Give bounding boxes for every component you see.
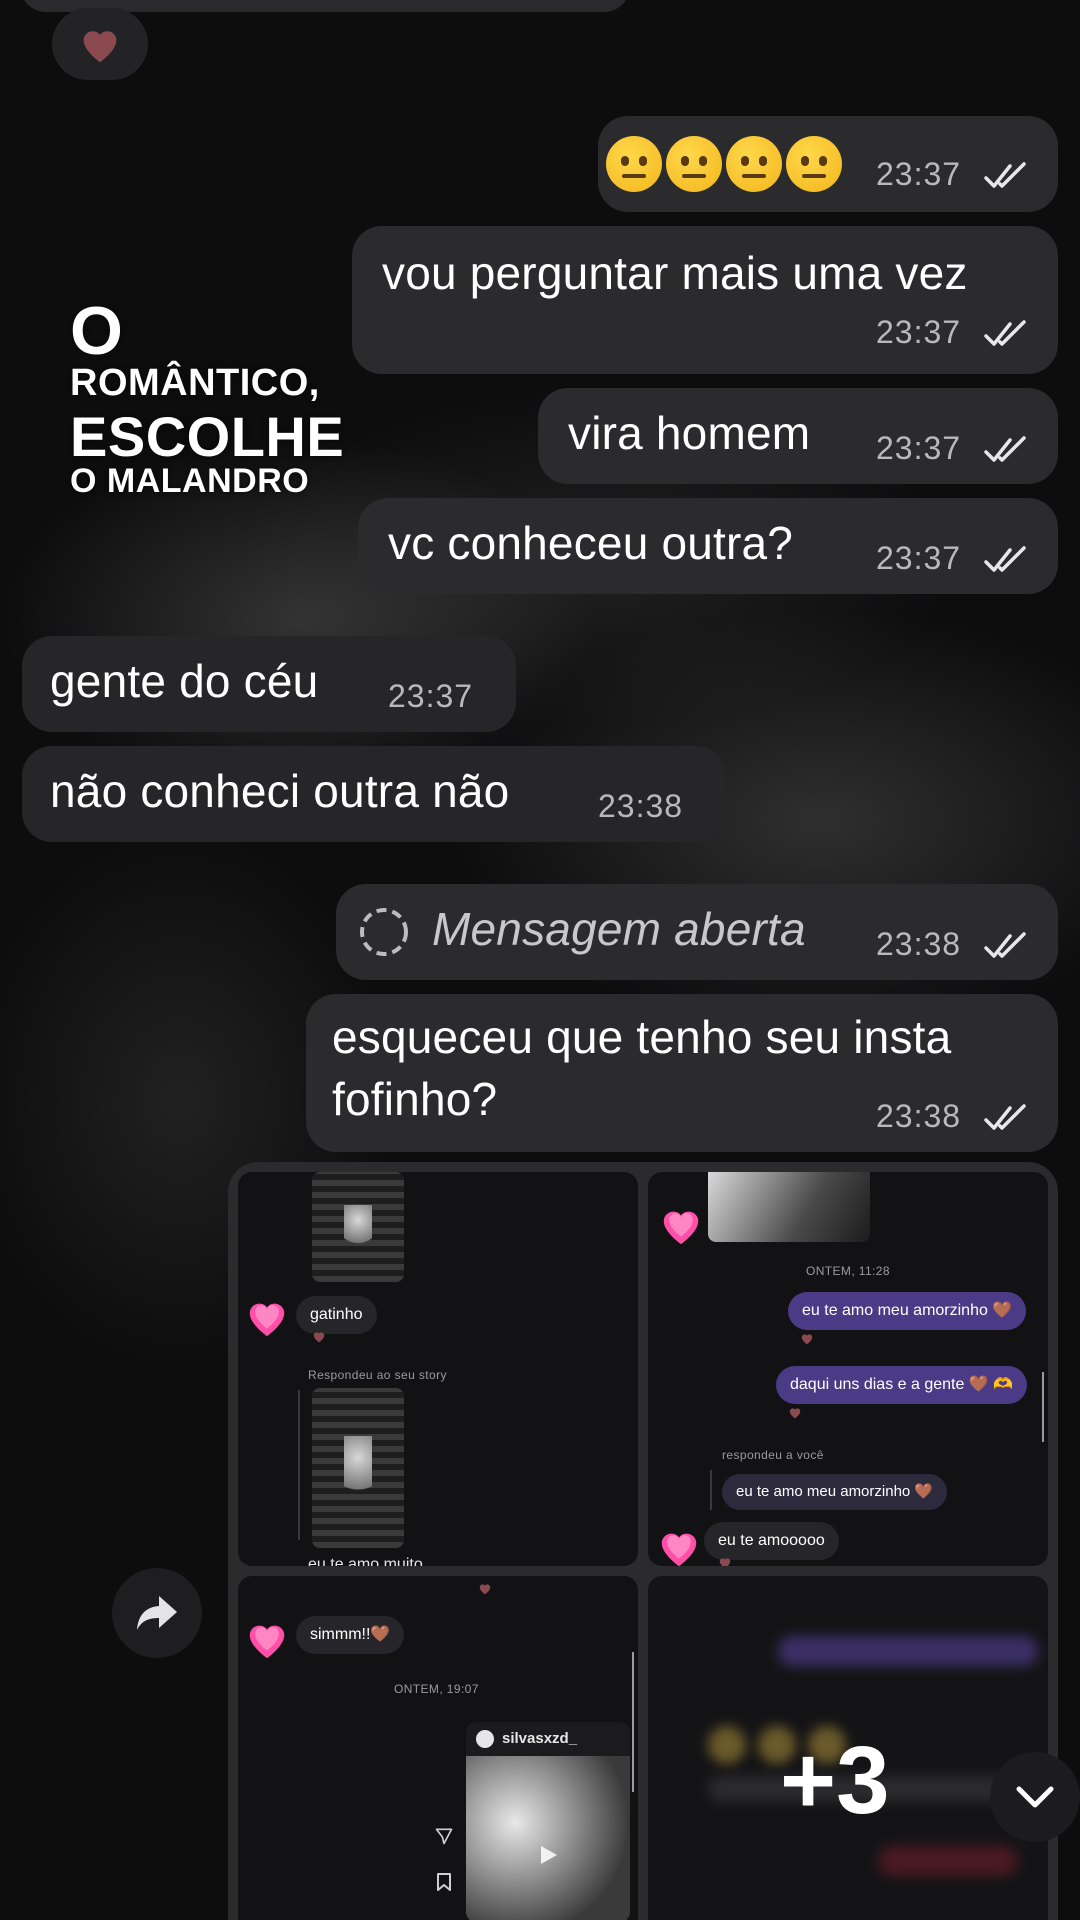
scroll-to-bottom-button[interactable] xyxy=(990,1752,1080,1842)
message-text-line1: esqueceu que tenho seu insta xyxy=(332,1011,952,1063)
message-bubble-out[interactable]: 23:37 xyxy=(598,116,1058,212)
reply-label: respondeu a você xyxy=(722,1448,824,1462)
raised-eyebrow-emoji-icon xyxy=(786,136,842,192)
message-bubble-out[interactable]: vc conheceu outra? 23:37 xyxy=(358,498,1058,594)
message-bubble-out[interactable]: esqueceu que tenho seu insta fofinho? 23… xyxy=(306,994,1058,1152)
overlay-title-line1: O xyxy=(70,293,124,369)
sent-message: eu te amo meu amorzinho 🤎 xyxy=(788,1292,1027,1330)
scroll-indicator xyxy=(1042,1372,1044,1442)
message-bubble-out[interactable]: vou perguntar mais uma vez 23:37 xyxy=(352,226,1058,374)
forward-arrow-icon xyxy=(137,1596,177,1630)
message-text-line2: fofinho? xyxy=(332,1073,498,1125)
message-time: 23:37 xyxy=(876,430,962,466)
message-time: 23:37 xyxy=(876,540,962,576)
heart-icon xyxy=(83,31,117,63)
message-pill: simmm!!🤎 xyxy=(296,1616,405,1654)
emoji-row xyxy=(606,136,842,192)
message-time: 23:37 xyxy=(388,678,474,714)
raised-eyebrow-emoji-icon xyxy=(726,136,782,192)
reply-line xyxy=(298,1390,300,1540)
read-ticks-icon xyxy=(984,162,1026,188)
quoted-message: eu te amo meu amorzinho 🤎 xyxy=(722,1474,948,1510)
more-media-count: +3 xyxy=(780,1727,890,1834)
heart-reaction[interactable] xyxy=(52,8,148,80)
story-image xyxy=(312,1172,404,1282)
small-heart-icon xyxy=(719,1558,731,1566)
date-label: ONTEM, 19:07 xyxy=(394,1682,479,1696)
bookmark-icon[interactable] xyxy=(436,1872,452,1892)
media-album-bubble[interactable]: gatinho Respondeu ao seu story eu te amo… xyxy=(228,1162,1058,1920)
shared-post[interactable]: silvasxzd_ xyxy=(466,1722,630,1920)
read-ticks-icon xyxy=(984,546,1026,572)
message-text: vc conheceu outra? xyxy=(388,517,794,569)
video-thumb xyxy=(708,1172,870,1242)
small-heart-icon xyxy=(313,1332,325,1343)
read-ticks-icon xyxy=(984,932,1026,958)
view-once-opened-icon xyxy=(360,908,408,956)
raised-eyebrow-emoji-icon xyxy=(666,136,722,192)
media-thumbnail-more[interactable]: +3 xyxy=(648,1576,1048,1920)
message-text: gente do céu xyxy=(50,655,319,707)
chevron-down-icon xyxy=(1016,1786,1054,1808)
post-avatar xyxy=(476,1730,494,1748)
message-text: vou perguntar mais uma vez xyxy=(382,247,968,299)
overlay-title-line2: ROMÂNTICO, xyxy=(70,362,320,404)
blurred-content xyxy=(878,1846,1018,1876)
pink-heart-icon xyxy=(249,1625,285,1659)
forward-button[interactable] xyxy=(112,1568,202,1658)
message-text: Mensagem aberta xyxy=(432,903,806,955)
message-time: 23:38 xyxy=(876,926,962,962)
overlay-title-line4: O MALANDRO xyxy=(70,462,310,500)
message-bubble-out[interactable]: vira homem 23:37 xyxy=(538,388,1058,484)
received-message: eu te amooooo xyxy=(704,1522,839,1560)
message-time: 23:38 xyxy=(598,788,684,824)
reply-line xyxy=(710,1470,712,1510)
view-once-message-bubble[interactable]: Mensagem aberta 23:38 xyxy=(336,884,1058,980)
truncated-message: eu te amo muito xyxy=(308,1556,423,1566)
post-image xyxy=(466,1756,630,1920)
story-reply-label: Respondeu ao seu story xyxy=(308,1368,447,1382)
pink-heart-icon xyxy=(249,1303,285,1337)
message-time: 23:37 xyxy=(876,314,962,350)
media-thumbnail-2[interactable]: ONTEM, 11:28 eu te amo meu amorzinho 🤎 d… xyxy=(648,1172,1048,1566)
play-icon xyxy=(541,1846,557,1864)
small-heart-icon xyxy=(801,1334,813,1345)
pink-heart-icon xyxy=(661,1533,697,1566)
small-heart-icon xyxy=(479,1584,491,1595)
message-time: 23:38 xyxy=(876,1098,962,1134)
message-text: não conheci outra não xyxy=(50,765,510,817)
story-image xyxy=(312,1388,404,1548)
raised-eyebrow-emoji-icon xyxy=(606,136,662,192)
post-username: silvasxzd_ xyxy=(502,1730,578,1747)
send-icon[interactable] xyxy=(434,1826,454,1846)
read-ticks-icon xyxy=(984,320,1026,346)
message-pill: gatinho xyxy=(296,1296,377,1334)
scroll-indicator xyxy=(632,1652,634,1792)
sent-message: daqui uns dias e a gente 🤎 🫶 xyxy=(776,1366,1028,1404)
date-label: ONTEM, 11:28 xyxy=(806,1264,890,1278)
media-thumbnail-1[interactable]: gatinho Respondeu ao seu story eu te amo… xyxy=(238,1172,638,1566)
blurred-content xyxy=(778,1636,1038,1666)
media-thumbnail-3[interactable]: simmm!!🤎 ONTEM, 19:07 silvasxzd_ xyxy=(238,1576,638,1920)
blurred-content xyxy=(708,1726,746,1764)
read-ticks-icon xyxy=(984,1104,1026,1130)
message-text: vira homem xyxy=(568,407,811,459)
pink-heart-icon xyxy=(663,1211,699,1245)
message-time: 23:37 xyxy=(876,156,962,192)
small-heart-icon xyxy=(789,1408,801,1419)
overlay-title-line3: ESCOLHE xyxy=(70,405,345,468)
message-bubble-in[interactable]: gente do céu 23:37 xyxy=(22,636,516,732)
message-bubble-in[interactable]: não conheci outra não 23:38 xyxy=(22,746,726,842)
read-ticks-icon xyxy=(984,436,1026,462)
